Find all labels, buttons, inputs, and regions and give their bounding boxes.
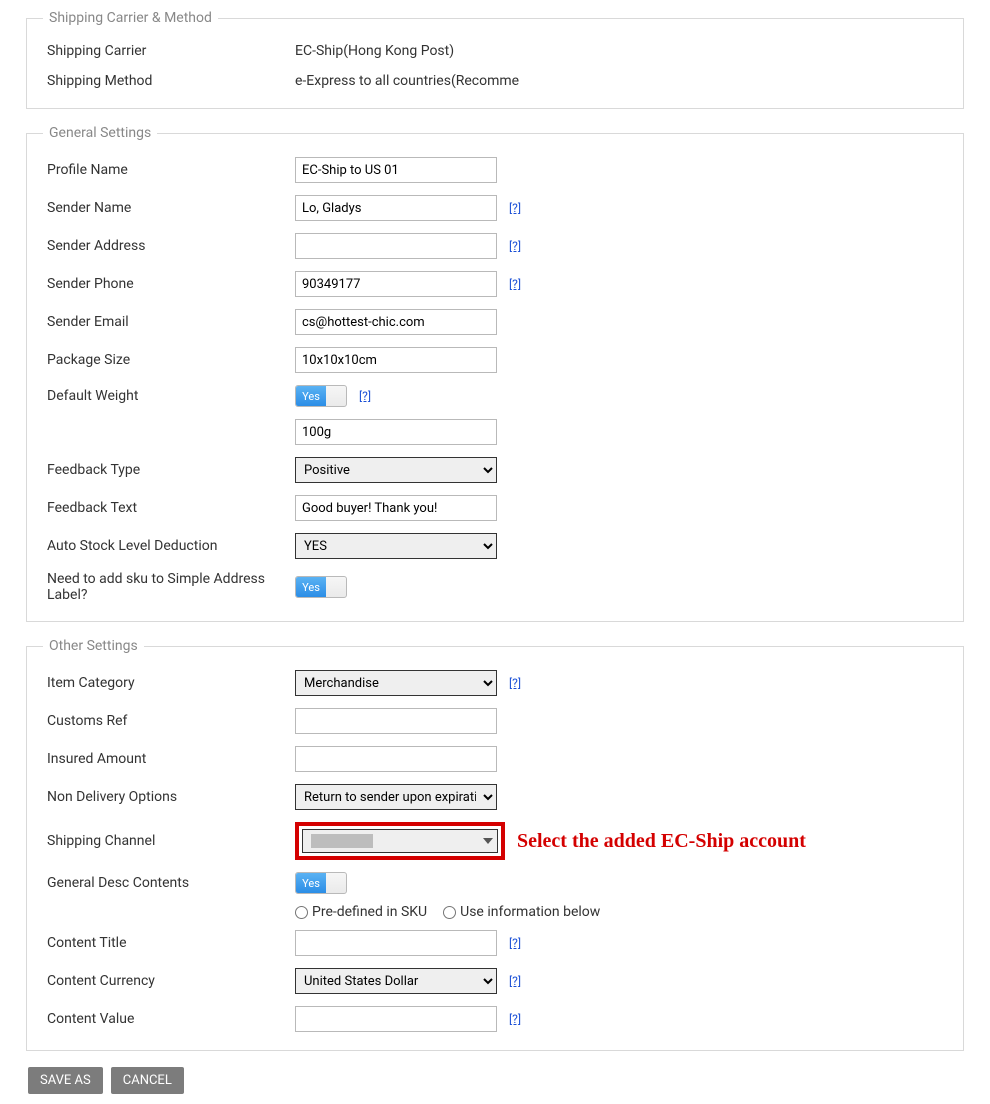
- content-title-input[interactable]: [295, 930, 497, 956]
- insured-amount-input[interactable]: [295, 746, 497, 772]
- help-link[interactable]: [?]: [359, 389, 371, 403]
- package-size-label: Package Size: [47, 352, 295, 368]
- radio-below[interactable]: [443, 906, 456, 919]
- general-fieldset: General Settings Profile Name Sender Nam…: [26, 125, 964, 622]
- feedback-text-input[interactable]: [295, 495, 497, 521]
- profile-name-label: Profile Name: [47, 162, 295, 178]
- non-delivery-select[interactable]: Return to sender upon expiratio: [295, 784, 497, 810]
- content-value-input[interactable]: [295, 1006, 497, 1032]
- sender-phone-label: Sender Phone: [47, 276, 295, 292]
- help-link[interactable]: [?]: [509, 1012, 521, 1026]
- profile-name-input[interactable]: [295, 157, 497, 183]
- toggle-on-label: Yes: [296, 386, 326, 406]
- default-weight-toggle[interactable]: Yes: [295, 385, 347, 407]
- item-category-label: Item Category: [47, 675, 295, 691]
- default-weight-label: Default Weight: [47, 388, 295, 404]
- shipping-method-label: Shipping Method: [47, 73, 295, 89]
- need-sku-toggle[interactable]: Yes: [295, 576, 347, 598]
- masked-value: [311, 834, 373, 848]
- auto-stock-label: Auto Stock Level Deduction: [47, 538, 295, 554]
- content-title-label: Content Title: [47, 935, 295, 951]
- radio-predefined[interactable]: [295, 906, 308, 919]
- help-link[interactable]: [?]: [509, 974, 521, 988]
- sender-address-input[interactable]: [295, 233, 497, 259]
- sender-name-label: Sender Name: [47, 200, 295, 216]
- highlight-box: [295, 822, 505, 860]
- radio-below-label[interactable]: Use information below: [443, 904, 600, 920]
- content-value-label: Content Value: [47, 1011, 295, 1027]
- shipping-method-value: e-Express to all countries(Recomme: [295, 73, 519, 89]
- other-legend: Other Settings: [43, 638, 144, 654]
- insured-amount-label: Insured Amount: [47, 751, 295, 767]
- other-fieldset: Other Settings Item Category Merchandise…: [26, 638, 964, 1051]
- non-delivery-label: Non Delivery Options: [47, 789, 295, 805]
- toggle-knob: [326, 873, 346, 893]
- sender-name-input[interactable]: [295, 195, 497, 221]
- feedback-type-label: Feedback Type: [47, 462, 295, 478]
- content-currency-label: Content Currency: [47, 973, 295, 989]
- toggle-on-label: Yes: [296, 873, 326, 893]
- shipping-carrier-value: EC-Ship(Hong Kong Post): [295, 43, 454, 59]
- customs-ref-label: Customs Ref: [47, 713, 295, 729]
- help-link[interactable]: [?]: [509, 201, 521, 215]
- shipping-channel-label: Shipping Channel: [47, 833, 295, 849]
- sender-phone-input[interactable]: [295, 271, 497, 297]
- sender-email-input[interactable]: [295, 309, 497, 335]
- radio-predefined-label[interactable]: Pre-defined in SKU: [295, 904, 427, 920]
- toggle-on-label: Yes: [296, 577, 326, 597]
- toggle-knob: [326, 577, 346, 597]
- save-as-button[interactable]: SAVE AS: [28, 1067, 103, 1094]
- annotation-text: Select the added EC-Ship account: [517, 830, 806, 853]
- cancel-button[interactable]: CANCEL: [111, 1067, 184, 1094]
- sender-address-label: Sender Address: [47, 238, 295, 254]
- help-link[interactable]: [?]: [509, 239, 521, 253]
- auto-stock-select[interactable]: YES: [295, 533, 497, 559]
- package-size-input[interactable]: [295, 347, 497, 373]
- feedback-text-label: Feedback Text: [47, 500, 295, 516]
- general-desc-label: General Desc Contents: [47, 875, 295, 891]
- item-category-select[interactable]: Merchandise: [295, 670, 497, 696]
- sender-email-label: Sender Email: [47, 314, 295, 330]
- help-link[interactable]: [?]: [509, 277, 521, 291]
- toggle-knob: [326, 386, 346, 406]
- customs-ref-input[interactable]: [295, 708, 497, 734]
- general-legend: General Settings: [43, 125, 157, 141]
- content-currency-select[interactable]: United States Dollar: [295, 968, 497, 994]
- shipping-channel-select[interactable]: [302, 829, 498, 853]
- shipping-fieldset: Shipping Carrier & Method Shipping Carri…: [26, 10, 964, 109]
- chevron-down-icon: [483, 838, 493, 844]
- feedback-type-select[interactable]: Positive: [295, 457, 497, 483]
- shipping-carrier-label: Shipping Carrier: [47, 43, 295, 59]
- help-link[interactable]: [?]: [509, 676, 521, 690]
- need-sku-label: Need to add sku to Simple Address Label?: [47, 571, 295, 603]
- general-desc-toggle[interactable]: Yes: [295, 872, 347, 894]
- default-weight-input[interactable]: [295, 419, 497, 445]
- help-link[interactable]: [?]: [509, 936, 521, 950]
- shipping-legend: Shipping Carrier & Method: [43, 10, 218, 26]
